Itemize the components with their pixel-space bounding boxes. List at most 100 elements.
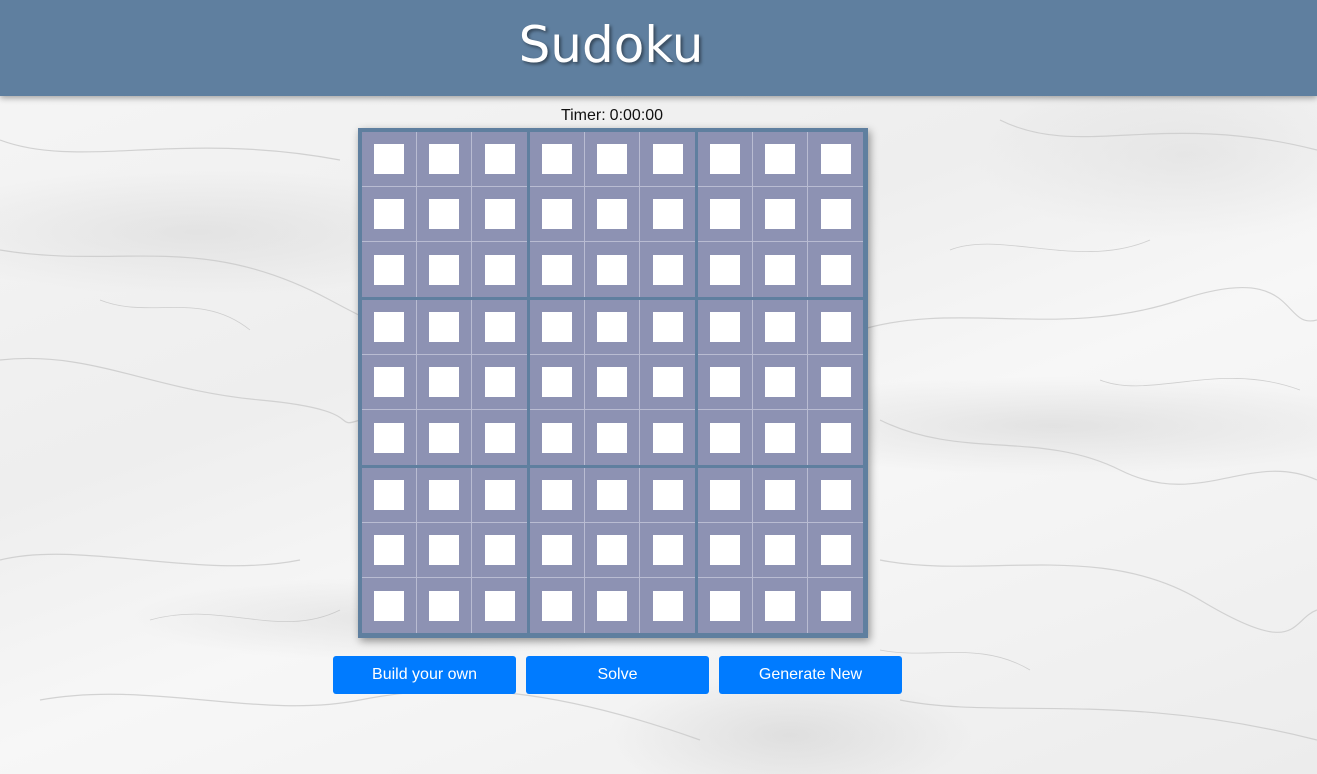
- sudoku-cell-input[interactable]: [484, 367, 515, 397]
- sudoku-cell-input[interactable]: [597, 367, 627, 397]
- sudoku-cell-input[interactable]: [429, 422, 459, 453]
- sudoku-cell-input[interactable]: [652, 535, 683, 565]
- sudoku-cell-input[interactable]: [429, 367, 459, 397]
- sudoku-cell-input[interactable]: [429, 535, 459, 565]
- sudoku-cell-input[interactable]: [765, 199, 795, 229]
- sudoku-cell-input[interactable]: [429, 199, 459, 229]
- sudoku-cell-input[interactable]: [652, 590, 683, 621]
- generate-new-button[interactable]: Generate New: [719, 656, 902, 694]
- sudoku-cell-input[interactable]: [820, 422, 851, 453]
- sudoku-cell-input[interactable]: [820, 199, 851, 229]
- sudoku-cell: [640, 300, 695, 355]
- sudoku-cell-input[interactable]: [429, 590, 459, 621]
- sudoku-cell-input[interactable]: [652, 422, 683, 453]
- sudoku-cell-input[interactable]: [820, 312, 851, 342]
- sudoku-cell-input[interactable]: [597, 590, 627, 621]
- sudoku-cell: [640, 523, 695, 578]
- sudoku-cell-input[interactable]: [429, 144, 459, 174]
- sudoku-cell: [362, 187, 417, 242]
- sudoku-cell-input[interactable]: [765, 367, 795, 397]
- sudoku-cell-input[interactable]: [374, 590, 404, 621]
- sudoku-cell-input[interactable]: [710, 590, 740, 621]
- sudoku-cell: [530, 187, 585, 242]
- sudoku-cell-input[interactable]: [820, 144, 851, 174]
- sudoku-cell-input[interactable]: [542, 312, 572, 342]
- sudoku-cell: [753, 187, 808, 242]
- sudoku-cell-input[interactable]: [765, 480, 795, 510]
- sudoku-cell-input[interactable]: [484, 422, 515, 453]
- sudoku-cell: [808, 242, 863, 297]
- sudoku-cell-input[interactable]: [484, 254, 515, 285]
- sudoku-cell-input[interactable]: [484, 480, 515, 510]
- sudoku-cell-input[interactable]: [542, 144, 572, 174]
- sudoku-cell-input[interactable]: [429, 312, 459, 342]
- sudoku-cell-input[interactable]: [542, 535, 572, 565]
- sudoku-cell-input[interactable]: [484, 144, 515, 174]
- sudoku-cell-input[interactable]: [484, 312, 515, 342]
- sudoku-cell-input[interactable]: [374, 480, 404, 510]
- sudoku-cell-input[interactable]: [429, 254, 459, 285]
- sudoku-cell-input[interactable]: [597, 254, 627, 285]
- sudoku-cell-input[interactable]: [820, 590, 851, 621]
- sudoku-cell-input[interactable]: [597, 535, 627, 565]
- sudoku-cell-input[interactable]: [484, 590, 515, 621]
- sudoku-cell-input[interactable]: [820, 367, 851, 397]
- sudoku-cell-input[interactable]: [710, 367, 740, 397]
- sudoku-cell-input[interactable]: [710, 144, 740, 174]
- sudoku-cell-input[interactable]: [484, 535, 515, 565]
- sudoku-cell-input[interactable]: [820, 254, 851, 285]
- sudoku-cell-input[interactable]: [542, 480, 572, 510]
- sudoku-cell-input[interactable]: [597, 422, 627, 453]
- sudoku-cell-input[interactable]: [597, 199, 627, 229]
- sudoku-cell-input[interactable]: [374, 535, 404, 565]
- sudoku-box: [698, 300, 863, 465]
- sudoku-cell-input[interactable]: [765, 312, 795, 342]
- sudoku-cell: [362, 468, 417, 523]
- sudoku-cell-input[interactable]: [597, 480, 627, 510]
- sudoku-cell-input[interactable]: [765, 254, 795, 285]
- sudoku-cell-input[interactable]: [374, 422, 404, 453]
- sudoku-cell: [698, 410, 753, 465]
- sudoku-cell-input[interactable]: [652, 144, 683, 174]
- sudoku-cell-input[interactable]: [820, 480, 851, 510]
- sudoku-cell-input[interactable]: [710, 480, 740, 510]
- sudoku-cell-input[interactable]: [765, 590, 795, 621]
- sudoku-cell-input[interactable]: [765, 144, 795, 174]
- sudoku-cell-input[interactable]: [597, 312, 627, 342]
- sudoku-cell-input[interactable]: [542, 367, 572, 397]
- sudoku-cell-input[interactable]: [484, 199, 515, 229]
- sudoku-cell-input[interactable]: [542, 590, 572, 621]
- sudoku-cell: [698, 300, 753, 355]
- sudoku-cell-input[interactable]: [374, 199, 404, 229]
- sudoku-cell-input[interactable]: [652, 480, 683, 510]
- solve-button[interactable]: Solve: [526, 656, 709, 694]
- sudoku-cell-input[interactable]: [652, 199, 683, 229]
- sudoku-cell: [640, 355, 695, 410]
- sudoku-cell-input[interactable]: [652, 254, 683, 285]
- sudoku-box: [362, 132, 527, 297]
- sudoku-cell-input[interactable]: [374, 367, 404, 397]
- sudoku-cell-input[interactable]: [710, 422, 740, 453]
- sudoku-cell: [530, 468, 585, 523]
- sudoku-cell-input[interactable]: [710, 535, 740, 565]
- sudoku-cell: [417, 300, 472, 355]
- sudoku-cell-input[interactable]: [652, 367, 683, 397]
- sudoku-cell-input[interactable]: [652, 312, 683, 342]
- sudoku-cell-input[interactable]: [429, 480, 459, 510]
- build-your-own-button[interactable]: Build your own: [333, 656, 516, 694]
- timer-value: 0:00:00: [609, 107, 664, 124]
- sudoku-cell-input[interactable]: [542, 422, 572, 453]
- sudoku-cell-input[interactable]: [710, 199, 740, 229]
- sudoku-cell-input[interactable]: [765, 422, 795, 453]
- sudoku-cell-input[interactable]: [374, 144, 404, 174]
- sudoku-cell-input[interactable]: [710, 254, 740, 285]
- sudoku-cell-input[interactable]: [542, 254, 572, 285]
- sudoku-cell-input[interactable]: [765, 535, 795, 565]
- sudoku-cell-input[interactable]: [374, 254, 404, 285]
- sudoku-cell-input[interactable]: [374, 312, 404, 342]
- sudoku-cell: [417, 523, 472, 578]
- sudoku-cell-input[interactable]: [597, 144, 627, 174]
- sudoku-cell-input[interactable]: [710, 312, 740, 342]
- sudoku-cell-input[interactable]: [542, 199, 572, 229]
- sudoku-cell-input[interactable]: [820, 535, 851, 565]
